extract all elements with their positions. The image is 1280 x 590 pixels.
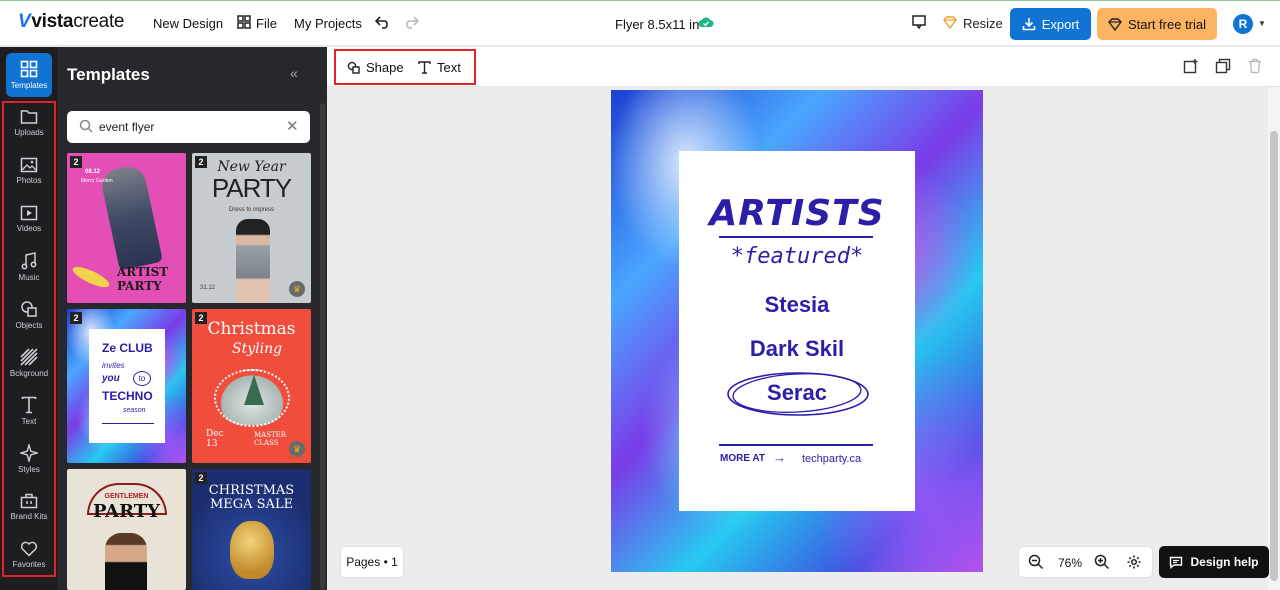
search-value: event flyer [99,120,155,134]
thumb-title-1: GENTLEMEN [104,493,149,500]
design-canvas[interactable]: ARTISTS *featured* Stesia Dark Skil Sera… [611,90,983,572]
thumb-subtitle: MASTER CLASS [254,431,287,447]
template-thumb-gentlemen-party[interactable]: GENTLEMEN PARTY [67,469,186,590]
document-title[interactable]: Flyer 8.5x11 in [615,17,699,32]
thumb-venue: Mercy Garden [81,178,113,184]
user-avatar[interactable]: R [1233,14,1253,34]
thumb-title-1: Ze CLUB [102,341,153,355]
flyer-divider-bottom [719,444,873,446]
template-thumb-new-year-party[interactable]: New Year PARTY Dress to impress 31.12 ♛ … [192,153,311,303]
tools-highlight-box [334,49,476,85]
thumb-date: Dec 13 [206,429,224,449]
flyer-divider-top [719,236,873,238]
my-projects-menu[interactable]: My Projects [294,16,362,31]
add-page-icon[interactable] [1183,58,1199,79]
zoom-controls: 76% [1018,546,1153,578]
clear-search-icon[interactable]: ✕ [286,117,299,135]
redo-icon[interactable] [401,12,421,32]
rail-label: Templates [10,81,48,90]
new-design-menu[interactable]: New Design [153,16,223,31]
thumb-line-3: you [102,373,120,384]
cloud-saved-icon [698,15,714,34]
thumb-line-5: TECHNO [102,389,153,403]
thumb-date: 31.12 [200,285,216,291]
pages-button[interactable]: Pages • 1 [340,546,404,578]
flyer-more-at[interactable]: MORE AT [720,453,765,464]
scrollbar-thumb[interactable] [1270,131,1278,581]
thumb-title-2: PARTY [211,173,292,203]
thumb-title-2: PARTY [92,501,161,522]
template-thumb-christmas-styling[interactable]: Christmas Styling Dec 13 MASTER CLASS ♛ … [192,309,311,463]
thumb-date: 08.12 [85,169,101,175]
chevron-down-icon[interactable]: ▼ [1258,19,1266,28]
thumb-line-6: season [123,407,146,414]
undo-icon[interactable] [373,12,393,32]
export-button[interactable]: Export [1010,8,1091,40]
template-thumb-christmas-mega-sale[interactable]: CHRISTMAS MEGA SALE 2 [192,469,311,590]
export-label: Export [1041,16,1080,32]
resize-button[interactable]: Resize [963,16,1003,31]
thumb-line-4: to [133,371,151,386]
diamond-icon [1108,17,1122,31]
thumb-tagline: Dress to impress [228,207,274,213]
premium-diamond-icon [940,12,960,32]
arrow-right-icon: → [773,450,786,465]
file-menu[interactable]: File [256,16,277,31]
premium-lion-icon: ♛ [289,441,305,457]
flyer-card[interactable]: ARTISTS *featured* Stesia Dark Skil Sera… [679,151,915,511]
download-icon [1022,18,1036,31]
rail-highlight-box [2,101,56,577]
page-count-badge: 2 [195,472,207,484]
thumb-line-2: invites [102,361,125,370]
flyer-title[interactable]: ARTISTS [679,193,915,234]
panel-title: Templates [67,65,150,84]
template-search-input[interactable]: event flyer ✕ [67,111,310,143]
zoom-level[interactable]: 76% [1058,556,1082,570]
design-help-button[interactable]: Design help [1159,546,1269,578]
trial-label: Start free trial [1127,16,1207,32]
thumb-title-1: Christmas [207,319,296,339]
duplicate-page-icon[interactable] [1215,58,1231,79]
templates-panel: Templates « event flyer ✕ 08.12 Mercy Ga… [58,47,327,590]
zoom-out-icon[interactable] [1028,554,1044,570]
chat-bubble-icon [1170,556,1183,569]
zoom-in-icon[interactable] [1094,554,1110,570]
page-count-badge: 2 [70,156,82,168]
page-count-badge: 2 [195,312,207,324]
delete-page-icon[interactable] [1248,58,1262,79]
design-help-label: Design help [1190,555,1259,569]
search-icon [79,119,93,133]
start-free-trial-button[interactable]: Start free trial [1097,8,1217,40]
thumb-title-2: Styling [232,341,283,357]
thumb-title-2: PARTY [117,279,162,293]
flyer-subtitle[interactable]: *featured* [679,244,915,269]
rail-item-templates[interactable]: Templates [6,53,52,97]
top-bar: Vvistacreate New Design File My Projects… [0,0,1280,46]
flyer-artist-3[interactable]: Serac [679,380,915,406]
panel-scrollbar[interactable] [320,103,325,590]
template-thumb-ze-club[interactable]: Ze CLUB invites you to TECHNO season 2 [67,309,186,463]
thumb-title-1: CHRISTMAS [208,483,295,498]
flyer-url[interactable]: techparty.ca [802,453,861,465]
thumb-title-2: MEGA SALE [209,497,294,512]
thumb-title-1: ARTIST [117,265,169,279]
collapse-panel-icon[interactable]: « [290,65,298,81]
settings-gear-icon[interactable] [1126,554,1142,570]
premium-lion-icon: ♛ [289,281,305,297]
templates-icon [20,60,38,78]
canvas-scrollbar[interactable] [1268,87,1280,590]
flyer-artist-1[interactable]: Stesia [679,292,915,318]
page-count-badge: 2 [195,156,207,168]
page-count-badge: 2 [70,312,82,324]
flyer-artist-2[interactable]: Dark Skil [679,336,915,362]
file-grid-icon[interactable] [234,12,254,32]
comment-icon[interactable] [909,12,929,32]
template-thumb-artist-party[interactable]: 08.12 Mercy Garden ARTIST PARTY 2 [67,153,186,303]
vistacreate-logo[interactable]: Vvistacreate [18,11,125,33]
